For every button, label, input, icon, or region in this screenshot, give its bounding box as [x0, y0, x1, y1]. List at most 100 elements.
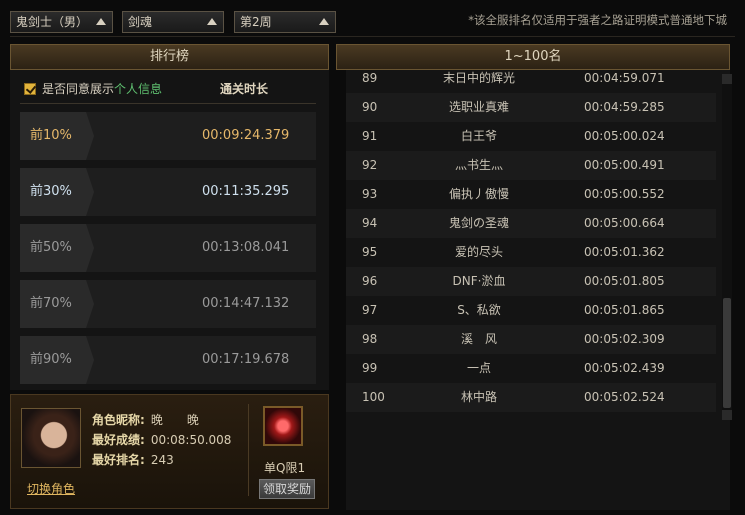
clear-time: 00:05:02.439 — [584, 361, 665, 375]
personal-info-link[interactable]: 个人信息 — [114, 80, 162, 97]
clear-time-header: 通关时长 — [220, 82, 269, 96]
subclass-dropdown-value: 剑魂 — [128, 15, 153, 29]
checkbox-checked-icon[interactable] — [24, 82, 36, 95]
player-nickname: 爱的尽头 — [454, 245, 503, 259]
tier-time: 00:13:08.041 — [202, 240, 290, 255]
player-nickname: 偏执丿傲慢 — [448, 187, 509, 201]
clear-time: 00:04:59.071 — [584, 71, 665, 85]
player-nickname: 鬼剑の圣魂 — [448, 216, 509, 230]
tier-label: 前70% — [20, 280, 94, 328]
tier-row: 前50% 00:13:08.041 — [20, 224, 316, 272]
player-nickname: 选职业真难 — [448, 100, 509, 114]
chevron-up-icon — [96, 18, 106, 25]
best-rank: 243 — [150, 453, 174, 467]
tier-row: 前90% 00:17:19.678 — [20, 336, 316, 384]
player-nickname: 林中路 — [460, 390, 497, 404]
player-name-label: 角色昵称: — [92, 413, 145, 427]
class-dropdown[interactable]: 鬼剑士（男） — [10, 11, 113, 33]
tier-label: 前10% — [20, 112, 94, 160]
player-nickname: 一点 — [466, 361, 491, 375]
player-nickname: 末日中的辉光 — [442, 71, 515, 85]
subclass-dropdown[interactable]: 剑魂 — [122, 11, 224, 33]
ranking-row[interactable]: 93 偏执丿傲慢 00:05:00.552 — [346, 180, 716, 209]
clear-time: 00:05:01.362 — [584, 245, 665, 259]
divider — [248, 404, 249, 496]
player-nickname: S、私欲 — [457, 303, 501, 317]
agree-display-toggle[interactable]: 是否同意展示 个人信息 — [24, 80, 162, 97]
agree-label: 是否同意展示 — [42, 82, 115, 96]
tier-time: 00:14:47.132 — [202, 296, 290, 311]
week-dropdown-value: 第2周 — [240, 15, 272, 29]
ranking-scrollbar[interactable] — [722, 74, 732, 420]
leaderboard-header: 排行榜 — [10, 44, 329, 70]
clear-time: 00:05:02.524 — [584, 390, 665, 404]
tier-time: 00:11:35.295 — [202, 184, 290, 199]
rank-number: 93 — [362, 187, 378, 201]
tier-time: 00:09:24.379 — [202, 128, 290, 143]
scroll-down-button[interactable] — [722, 410, 732, 420]
reward-item-icon[interactable] — [263, 406, 303, 446]
best-score: 00:08:50.008 — [150, 433, 232, 447]
rank-number: 91 — [362, 129, 378, 143]
player-name-row: 角色昵称: 晚 晚 — [92, 411, 199, 428]
rank-number: 95 — [362, 245, 378, 259]
clear-time: 00:05:00.024 — [584, 129, 665, 143]
ranking-row[interactable]: 90 选职业真难 00:04:59.285 — [346, 93, 716, 122]
player-nickname: 溪 风 — [460, 332, 497, 346]
chevron-up-icon — [319, 18, 329, 25]
best-rank-label: 最好排名: — [92, 453, 145, 467]
tier-row: 前70% 00:14:47.132 — [20, 280, 316, 328]
rank-number: 89 — [362, 71, 378, 85]
clear-time: 00:04:59.285 — [584, 100, 665, 114]
rank-number: 94 — [362, 216, 378, 230]
ranking-row[interactable]: 92 灬书生灬 00:05:00.491 — [346, 151, 716, 180]
tier-row: 前30% 00:11:35.295 — [20, 168, 316, 216]
player-name: 晚 晚 — [150, 413, 199, 427]
ranking-row[interactable]: 94 鬼剑の圣魂 00:05:00.664 — [346, 209, 716, 238]
tier-label: 前50% — [20, 224, 94, 272]
rank-number: 100 — [362, 390, 385, 404]
chevron-up-icon — [207, 18, 217, 25]
scrollbar-thumb[interactable] — [723, 298, 731, 408]
clear-time: 00:05:00.664 — [584, 216, 665, 230]
player-nickname: DNF·淤血 — [452, 274, 506, 288]
tier-label: 前90% — [20, 336, 94, 384]
ranking-row[interactable]: 91 白王爷 00:05:00.024 — [346, 122, 716, 151]
rank-number: 98 — [362, 332, 378, 346]
ranking-row[interactable]: 97 S、私欲 00:05:01.865 — [346, 296, 716, 325]
best-score-row: 最好成绩: 00:08:50.008 — [92, 431, 231, 448]
ranking-row[interactable]: 89 末日中的辉光 00:04:59.071 — [346, 64, 716, 93]
reward-item-name: 单Q限1 — [264, 461, 306, 475]
best-score-label: 最好成绩: — [92, 433, 145, 447]
ranking-notice: *该全服排名仅适用于强者之路证明模式普通地下城 — [468, 13, 727, 27]
clear-time: 00:05:01.865 — [584, 303, 665, 317]
ranking-row[interactable]: 100 林中路 00:05:02.524 — [346, 383, 716, 412]
rank-number: 90 — [362, 100, 378, 114]
tier-label: 前30% — [20, 168, 94, 216]
clear-time: 00:05:02.309 — [584, 332, 665, 346]
week-dropdown[interactable]: 第2周 — [234, 11, 336, 33]
class-dropdown-value: 鬼剑士（男） — [16, 15, 89, 29]
player-nickname: 灬书生灬 — [454, 158, 503, 172]
clear-time: 00:05:00.491 — [584, 158, 665, 172]
tier-row: 前10% 00:09:24.379 — [20, 112, 316, 160]
player-nickname: 白王爷 — [460, 129, 497, 143]
ranking-row[interactable]: 98 溪 风 00:05:02.309 — [346, 325, 716, 354]
rank-number: 97 — [362, 303, 378, 317]
ranking-row[interactable]: 95 爱的尽头 00:05:01.362 — [346, 238, 716, 267]
rank-number: 96 — [362, 274, 378, 288]
switch-character-link[interactable]: 切换角色 — [27, 480, 75, 497]
ranking-row[interactable]: 99 一点 00:05:02.439 — [346, 354, 716, 383]
scroll-up-button[interactable] — [722, 74, 732, 84]
tier-time: 00:17:19.678 — [202, 352, 290, 367]
claim-reward-button[interactable]: 领取奖励 — [259, 479, 315, 499]
clear-time: 00:05:01.805 — [584, 274, 665, 288]
divider — [20, 103, 316, 104]
clear-time: 00:05:00.552 — [584, 187, 665, 201]
rank-number: 99 — [362, 361, 378, 375]
divider — [10, 36, 735, 37]
rank-number: 92 — [362, 158, 378, 172]
best-rank-row: 最好排名: 243 — [92, 451, 174, 468]
character-avatar — [21, 408, 81, 468]
ranking-row[interactable]: 96 DNF·淤血 00:05:01.805 — [346, 267, 716, 296]
